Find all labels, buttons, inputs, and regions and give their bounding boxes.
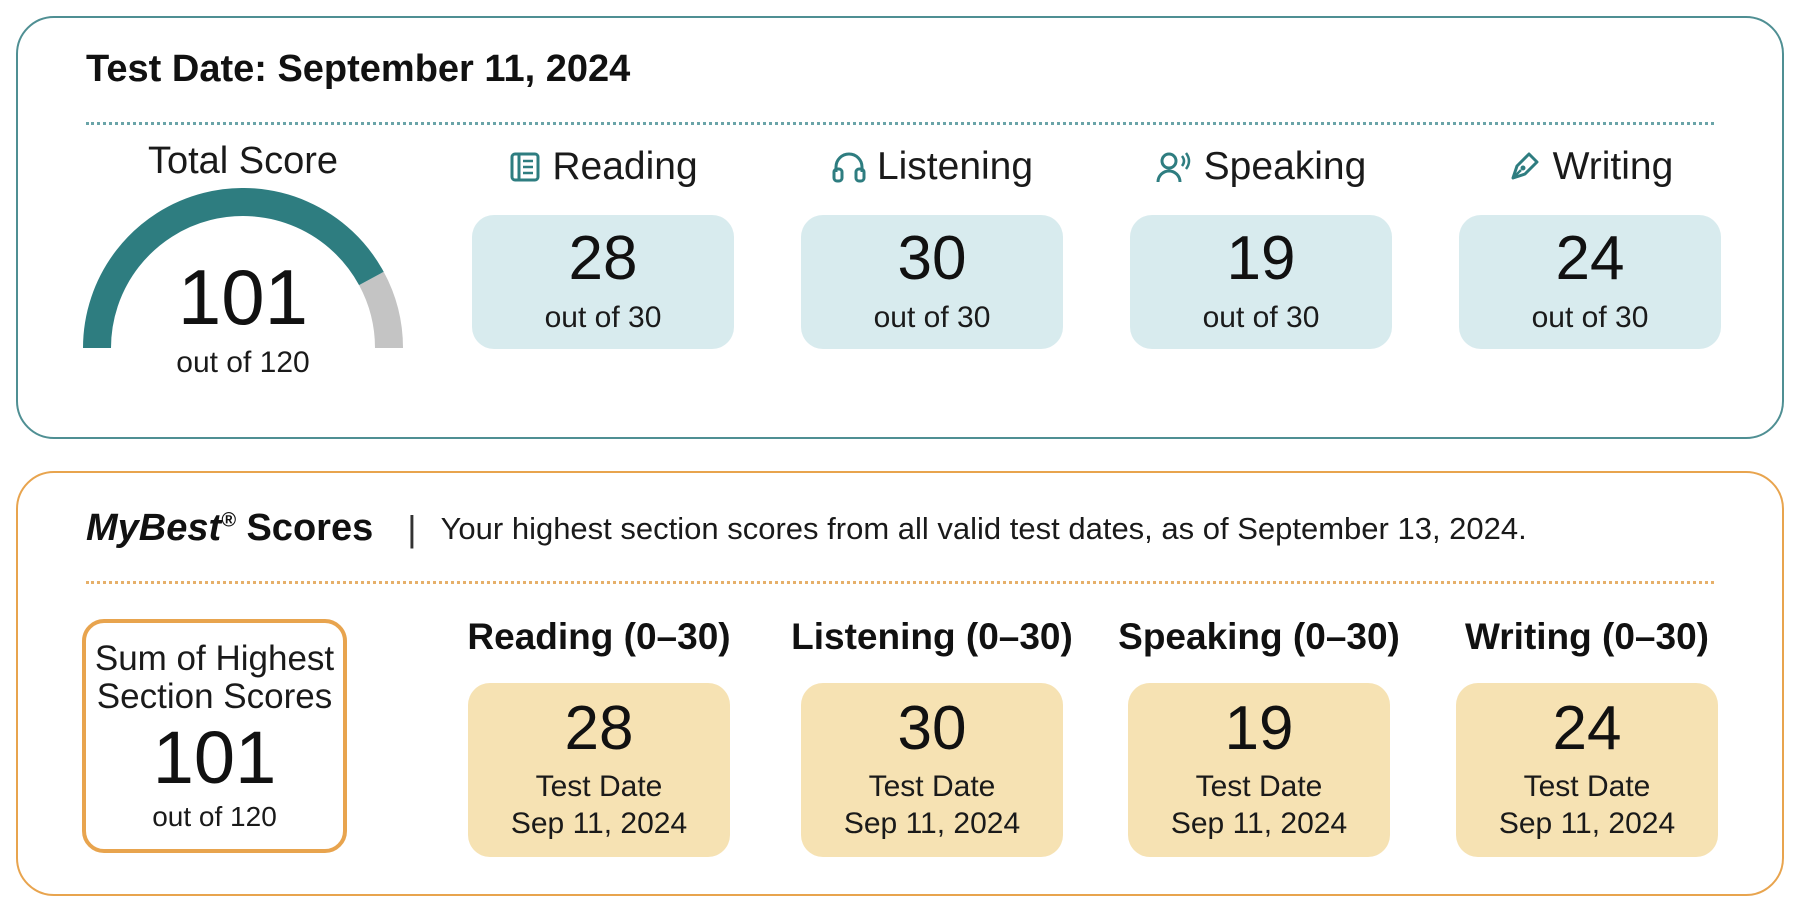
score-box: 30 out of 30 bbox=[801, 215, 1063, 349]
test-date-value: Sep 11, 2024 bbox=[843, 807, 1021, 840]
test-date-value: Sep 11, 2024 bbox=[1170, 807, 1348, 840]
sum-label: Sum of Highest Section Scores bbox=[94, 638, 335, 716]
section-out-of: out of 30 bbox=[1202, 301, 1320, 334]
section-out-of: out of 30 bbox=[544, 301, 662, 334]
header-separator: | bbox=[407, 507, 417, 549]
section-listening: Listening 30 out of 30 bbox=[801, 143, 1063, 349]
sum-highest-scores-box: Sum of Highest Section Scores 101 out of… bbox=[82, 619, 347, 853]
section-out-of: out of 30 bbox=[1531, 301, 1649, 334]
section-writing: Writing 24 out of 30 bbox=[1459, 143, 1721, 349]
test-date-heading: Test Date: September 11, 2024 bbox=[86, 48, 631, 90]
speaking-person-icon bbox=[1156, 150, 1194, 184]
section-label: Listening bbox=[876, 145, 1034, 188]
score-box: 30 Test Date Sep 11, 2024 bbox=[801, 683, 1063, 857]
best-section-reading: Reading (0–30) 28 Test Date Sep 11, 2024 bbox=[467, 613, 731, 857]
section-label: Writing bbox=[1552, 145, 1674, 188]
headphones-icon bbox=[831, 150, 867, 184]
sum-out-of: out of 120 bbox=[152, 800, 277, 832]
score-box: 28 Test Date Sep 11, 2024 bbox=[468, 683, 730, 857]
section-score: 30 bbox=[897, 693, 967, 763]
section-score: 28 bbox=[568, 224, 638, 293]
best-section-writing: Writing (0–30) 24 Test Date Sep 11, 2024 bbox=[1456, 613, 1718, 857]
divider bbox=[86, 122, 1714, 125]
section-speaking: Speaking 19 out of 30 bbox=[1130, 143, 1392, 349]
test-date-label: Test Date bbox=[868, 769, 996, 803]
pen-icon bbox=[1507, 150, 1543, 184]
total-score-gauge: Total Score 101 out of 120 bbox=[78, 140, 408, 400]
test-date-value: Sep 11, 2024 bbox=[1498, 807, 1676, 840]
score-box: 24 Test Date Sep 11, 2024 bbox=[1456, 683, 1718, 857]
test-date-label: Test Date bbox=[1195, 769, 1323, 803]
section-out-of: out of 30 bbox=[873, 301, 991, 334]
mybest-description: Your highest section scores from all val… bbox=[440, 510, 1527, 546]
section-score: 19 bbox=[1224, 693, 1294, 763]
section-label: Listening (0–30) bbox=[791, 616, 1073, 657]
test-date-label: Test Date bbox=[535, 769, 663, 803]
section-score: 30 bbox=[897, 224, 967, 293]
sum-value: 101 bbox=[152, 715, 277, 799]
section-label: Reading (0–30) bbox=[467, 616, 731, 657]
section-score: 24 bbox=[1552, 693, 1622, 763]
section-label: Writing (0–30) bbox=[1465, 616, 1709, 657]
total-score-title: Total Score bbox=[147, 140, 339, 182]
test-date-label: Test Date bbox=[1523, 769, 1651, 803]
test-date-value: Sep 11, 2024 bbox=[510, 807, 688, 840]
section-score: 19 bbox=[1226, 224, 1296, 293]
total-score-out-of: out of 120 bbox=[176, 346, 310, 379]
section-reading: Reading 28 out of 30 bbox=[472, 143, 734, 349]
test-date-panel: Test Date: September 11, 2024 Total Scor… bbox=[16, 16, 1784, 439]
score-box: 24 out of 30 bbox=[1459, 215, 1721, 349]
score-box: 19 out of 30 bbox=[1130, 215, 1392, 349]
best-section-listening: Listening (0–30) 30 Test Date Sep 11, 20… bbox=[791, 613, 1073, 857]
score-box: 28 out of 30 bbox=[472, 215, 734, 349]
divider bbox=[86, 581, 1714, 584]
best-section-speaking: Speaking (0–30) 19 Test Date Sep 11, 202… bbox=[1118, 613, 1400, 857]
book-icon bbox=[508, 150, 542, 184]
mybest-title: MyBest® Scores bbox=[86, 507, 374, 549]
mybest-header: MyBest® Scores | Your highest section sc… bbox=[86, 507, 1527, 550]
mybest-panel: MyBest® Scores | Your highest section sc… bbox=[16, 471, 1784, 896]
section-label: Speaking (0–30) bbox=[1118, 616, 1400, 657]
section-label: Reading bbox=[552, 145, 698, 188]
total-score-value: 101 bbox=[177, 253, 309, 341]
section-label: Speaking bbox=[1203, 145, 1367, 188]
score-box: 19 Test Date Sep 11, 2024 bbox=[1128, 683, 1390, 857]
section-score: 28 bbox=[564, 693, 634, 763]
section-score: 24 bbox=[1555, 224, 1625, 293]
